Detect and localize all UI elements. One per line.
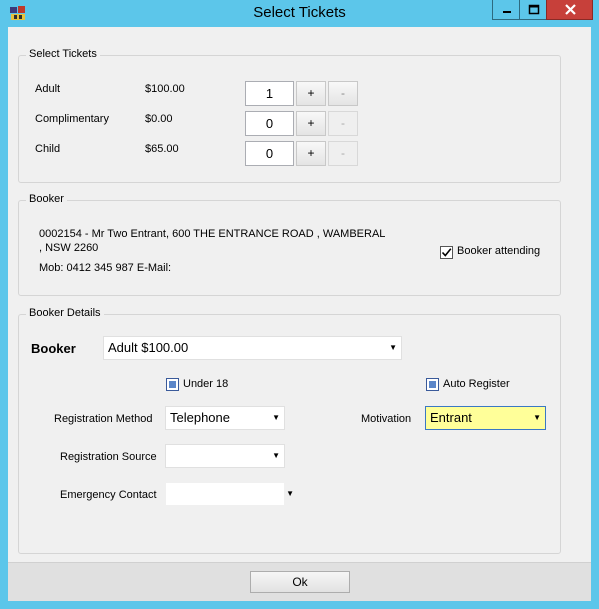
child-qty-input[interactable]: 0 — [245, 141, 294, 166]
complimentary-qty-input[interactable]: 0 — [245, 111, 294, 136]
booker-address-line2: , NSW 2260 — [39, 242, 99, 254]
under18-checkbox[interactable] — [166, 378, 179, 391]
dialog-footer: Ok — [8, 562, 591, 601]
select-tickets-title: Select Tickets — [26, 48, 100, 60]
chevron-down-icon: ▼ — [272, 413, 280, 422]
motivation-select[interactable]: Entrant ▼ — [425, 406, 546, 430]
registration-method-label: Registration Method — [54, 413, 153, 425]
minimize-button[interactable] — [492, 0, 520, 20]
child-minus-button[interactable]: - — [328, 141, 358, 166]
ok-button[interactable]: Ok — [250, 571, 350, 593]
booker-select[interactable]: Adult $100.00 ▼ — [103, 336, 402, 360]
ticket-price-adult: $100.00 — [145, 83, 185, 95]
ticket-price-child: $65.00 — [145, 143, 179, 155]
dialog-content: Select Tickets Adult $100.00 1 + - Compl… — [8, 27, 591, 562]
booker-select-value: Adult $100.00 — [108, 340, 189, 355]
adult-plus-button[interactable]: + — [296, 81, 326, 106]
booker-group: Booker 0002154 - Mr Two Entrant, 600 THE… — [18, 193, 561, 296]
chevron-down-icon: ▼ — [389, 343, 397, 352]
child-plus-button[interactable]: + — [296, 141, 326, 166]
booker-details-group: Booker Details Booker Adult $100.00 ▼ Un… — [18, 307, 561, 554]
complimentary-plus-button[interactable]: + — [296, 111, 326, 136]
booker-address-line1: 0002154 - Mr Two Entrant, 600 THE ENTRAN… — [39, 228, 386, 240]
emergency-contact-select[interactable]: ▼ — [165, 482, 294, 506]
chevron-down-icon: ▼ — [533, 413, 541, 422]
motivation-label: Motivation — [361, 413, 412, 425]
close-button[interactable] — [546, 0, 593, 20]
emergency-contact-label: Emergency Contact — [60, 489, 157, 501]
minimize-icon — [503, 11, 511, 13]
registration-source-select[interactable]: ▼ — [165, 444, 285, 468]
maximize-button[interactable] — [519, 0, 547, 20]
booker-attending-checkbox[interactable] — [440, 246, 453, 259]
booker-contact-line: Mob: 0412 345 987 E-Mail: — [39, 262, 172, 274]
complimentary-minus-button[interactable]: - — [328, 111, 358, 136]
close-icon — [565, 4, 576, 15]
adult-minus-button[interactable]: - — [328, 81, 358, 106]
ticket-label-child: Child — [35, 143, 61, 155]
adult-qty-input[interactable]: 1 — [245, 81, 294, 106]
under18-label: Under 18 — [183, 378, 229, 390]
auto-register-checkbox[interactable] — [426, 378, 439, 391]
booker-select-label: Booker — [31, 341, 76, 356]
select-tickets-group: Select Tickets Adult $100.00 1 + - Compl… — [18, 48, 561, 183]
ticket-label-adult: Adult — [35, 83, 61, 95]
ticket-label-complimentary: Complimentary — [35, 113, 109, 125]
motivation-value: Entrant — [430, 410, 472, 425]
registration-method-value: Telephone — [170, 410, 230, 425]
auto-register-label: Auto Register — [443, 378, 510, 390]
booker-details-title: Booker Details — [26, 307, 104, 319]
title-bar: Select Tickets — [0, 0, 599, 27]
checkmark-icon — [441, 248, 452, 257]
chevron-down-icon: ▼ — [286, 489, 294, 498]
maximize-icon — [528, 4, 540, 15]
chevron-down-icon: ▼ — [272, 451, 280, 460]
booker-title: Booker — [26, 193, 67, 205]
ticket-price-complimentary: $0.00 — [145, 113, 173, 125]
registration-source-label: Registration Source — [60, 451, 157, 463]
registration-method-select[interactable]: Telephone ▼ — [165, 406, 285, 430]
booker-attending-label: Booker attending — [457, 245, 541, 257]
